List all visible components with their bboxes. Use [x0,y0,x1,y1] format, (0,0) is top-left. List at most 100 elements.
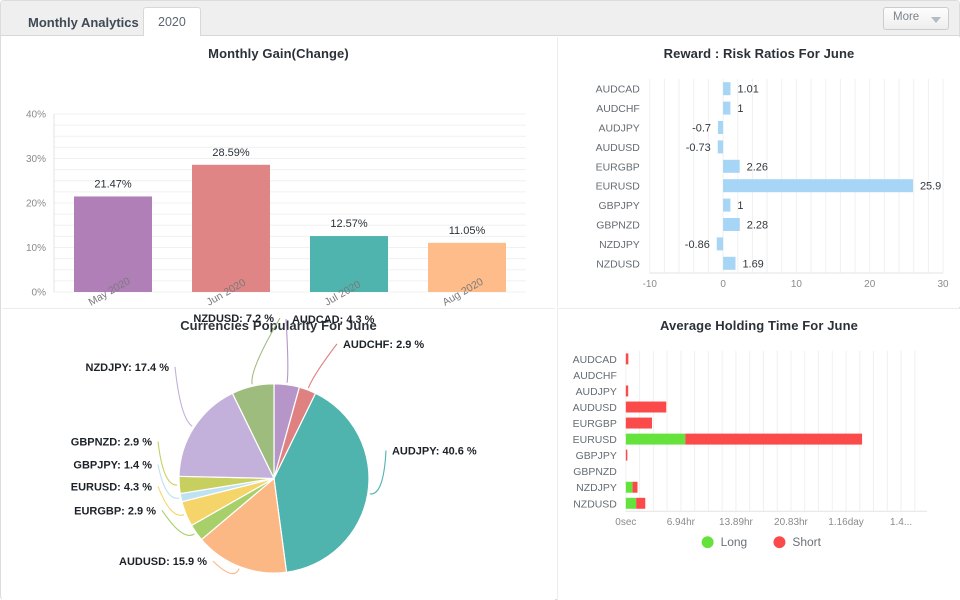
bar[interactable] [723,101,731,115]
category-label: AUDJPY [599,123,640,134]
bar-segment[interactable] [625,401,667,413]
x-tick-label: 1.16day [828,517,864,528]
y-tick-label: 20% [26,199,46,210]
tab-bar: Monthly Analytics 2020 More [1,1,959,36]
bar-value-label: 1.01 [737,84,758,96]
y-tick-label: 40% [26,110,46,121]
page-title: Monthly Analytics [28,15,139,30]
bar[interactable] [723,198,731,212]
chart-legend: Long Short [701,535,822,549]
chart-monthly-gain: 0%10%20%30%40%21.47%May 202028.59%Jun 20… [26,110,526,307]
bar[interactable] [717,140,724,154]
pie-slice-label: EURGBP: 2.9 % [74,505,156,517]
bar[interactable] [74,196,152,292]
x-tick-label: 10 [791,279,803,290]
bar[interactable] [723,159,740,173]
category-label: NZDUSD [573,499,617,510]
pie-leader-line [157,441,178,486]
bar-value-label: -0.7 [692,122,711,134]
bar-segment[interactable] [632,481,638,493]
bar-segment[interactable] [625,385,629,397]
category-label: EURGBP [596,162,640,173]
x-tick-label: 30 [938,279,950,290]
chart-reward-risk: -10 0 10 20 30 AUDCAD 1.01 AUDCHF 1 AUDJPY -0.7 AUD… [596,79,950,290]
bar[interactable] [723,256,736,270]
panel-average-holding-time: Average Holding Time For June 0sec 6.94hr… [557,308,960,600]
more-label: More [893,11,920,23]
pie-slice-label: AUDJPY: 40.6 % [392,446,477,458]
pie-slice-label: EURUSD: 4.3 % [71,481,152,493]
bar[interactable] [717,121,724,134]
bar-segment[interactable] [625,417,652,429]
bar-value-label: 2.28 [747,219,768,231]
analytics-dashboard: Monthly Analytics 2020 More Monthly Gain… [0,0,960,600]
bar-segment[interactable] [625,481,633,493]
bar[interactable] [723,82,731,96]
bar-value-label: 1 [737,103,743,115]
bar-value-label: 1.69 [742,258,763,270]
tab-2020[interactable]: 2020 [143,7,201,36]
category-label: NZDUSD [596,259,640,270]
category-label: AUDJPY [576,387,617,398]
pie-leader-line [251,317,281,385]
category-label: AUDUSD [573,403,618,414]
bar-segment[interactable] [685,433,863,445]
category-label: AUDCAD [573,355,618,366]
pie-slice-label: GBPNZD: 2.9 % [71,437,152,449]
y-tick-label: 10% [26,243,46,254]
category-label: AUDCHF [596,104,640,115]
panel-monthly-gain: Monthly Gain(Change) 0% 10% 20% 30% 40% 21.47… [2,37,555,307]
panel-currencies-popularity: Currencies Popularity For June AUDCAD: 4… [2,308,555,600]
category-label: NZDJPY [599,240,640,251]
category-label: GBPNZD [596,220,640,231]
bar-segment[interactable] [636,497,646,509]
category-label: AUDCHF [573,371,617,382]
bar-value-label: -0.73 [686,142,711,154]
pie-slice-label: AUDCHF: 2.9 % [343,339,424,351]
pie-leader-line [174,366,193,427]
category-label: GBPJPY [576,451,617,462]
x-tick-label: 20.83hr [774,517,809,528]
x-tick-label: 13.89hr [719,517,754,528]
bar-value-label: -0.86 [685,239,710,251]
chart-currencies-popularity: AUDCAD: 4.3 % AUDCHF: 2.9 % AUDJPY: 40.6 %… [71,313,477,575]
category-label: NZDJPY [576,483,617,494]
bar-value-label: 28.59% [212,147,250,159]
bar-value-label: 11.05% [449,225,486,237]
category-label: EURGBP [573,419,617,430]
chart-average-holding-time: 0sec 6.94hr 13.89hr 20.83hr 1.16day 1.4... AUD… [573,350,928,549]
chevron-down-icon [931,17,941,23]
pie-leader-line [307,343,338,389]
bar-segment[interactable] [625,449,628,461]
more-dropdown[interactable]: More [883,7,949,30]
x-tick-label: 0 [720,279,726,290]
bar-value-label: 21.47% [94,178,132,190]
x-tick-label: -10 [643,279,658,290]
x-tick-label: 0sec [615,517,636,528]
bar-value-label: 12.57% [330,218,368,230]
bar[interactable] [192,164,270,292]
x-tick-label: 1.4... [890,517,912,528]
legend-swatch [701,536,714,549]
y-tick-label: 0% [32,288,47,299]
bar[interactable] [723,218,740,231]
category-label: AUDUSD [596,143,641,154]
bar-segment[interactable] [625,497,637,509]
category-label: GBPJPY [599,201,640,212]
legend-swatch [773,536,786,549]
category-label: GBPNZD [573,467,617,478]
x-tick-label: 20 [864,279,876,290]
pie-leader-line [285,318,289,383]
pie-slice-label: AUDUSD: 15.9 % [119,556,207,568]
y-tick-label: 30% [26,154,46,165]
bar-segment[interactable] [625,353,629,365]
category-label: AUDCAD [596,85,641,96]
legend-label: Short [792,535,821,549]
bar-value-label: 1 [737,200,743,212]
bar-segment[interactable] [625,433,686,445]
bar[interactable] [716,237,724,251]
bar-value-label: 25.9 [920,181,941,193]
bar[interactable] [723,179,913,193]
panel-reward-risk: Reward : Risk Ratios For June -10 0 10 20 30… [557,37,960,307]
bar-value-label: 2.26 [747,161,768,173]
